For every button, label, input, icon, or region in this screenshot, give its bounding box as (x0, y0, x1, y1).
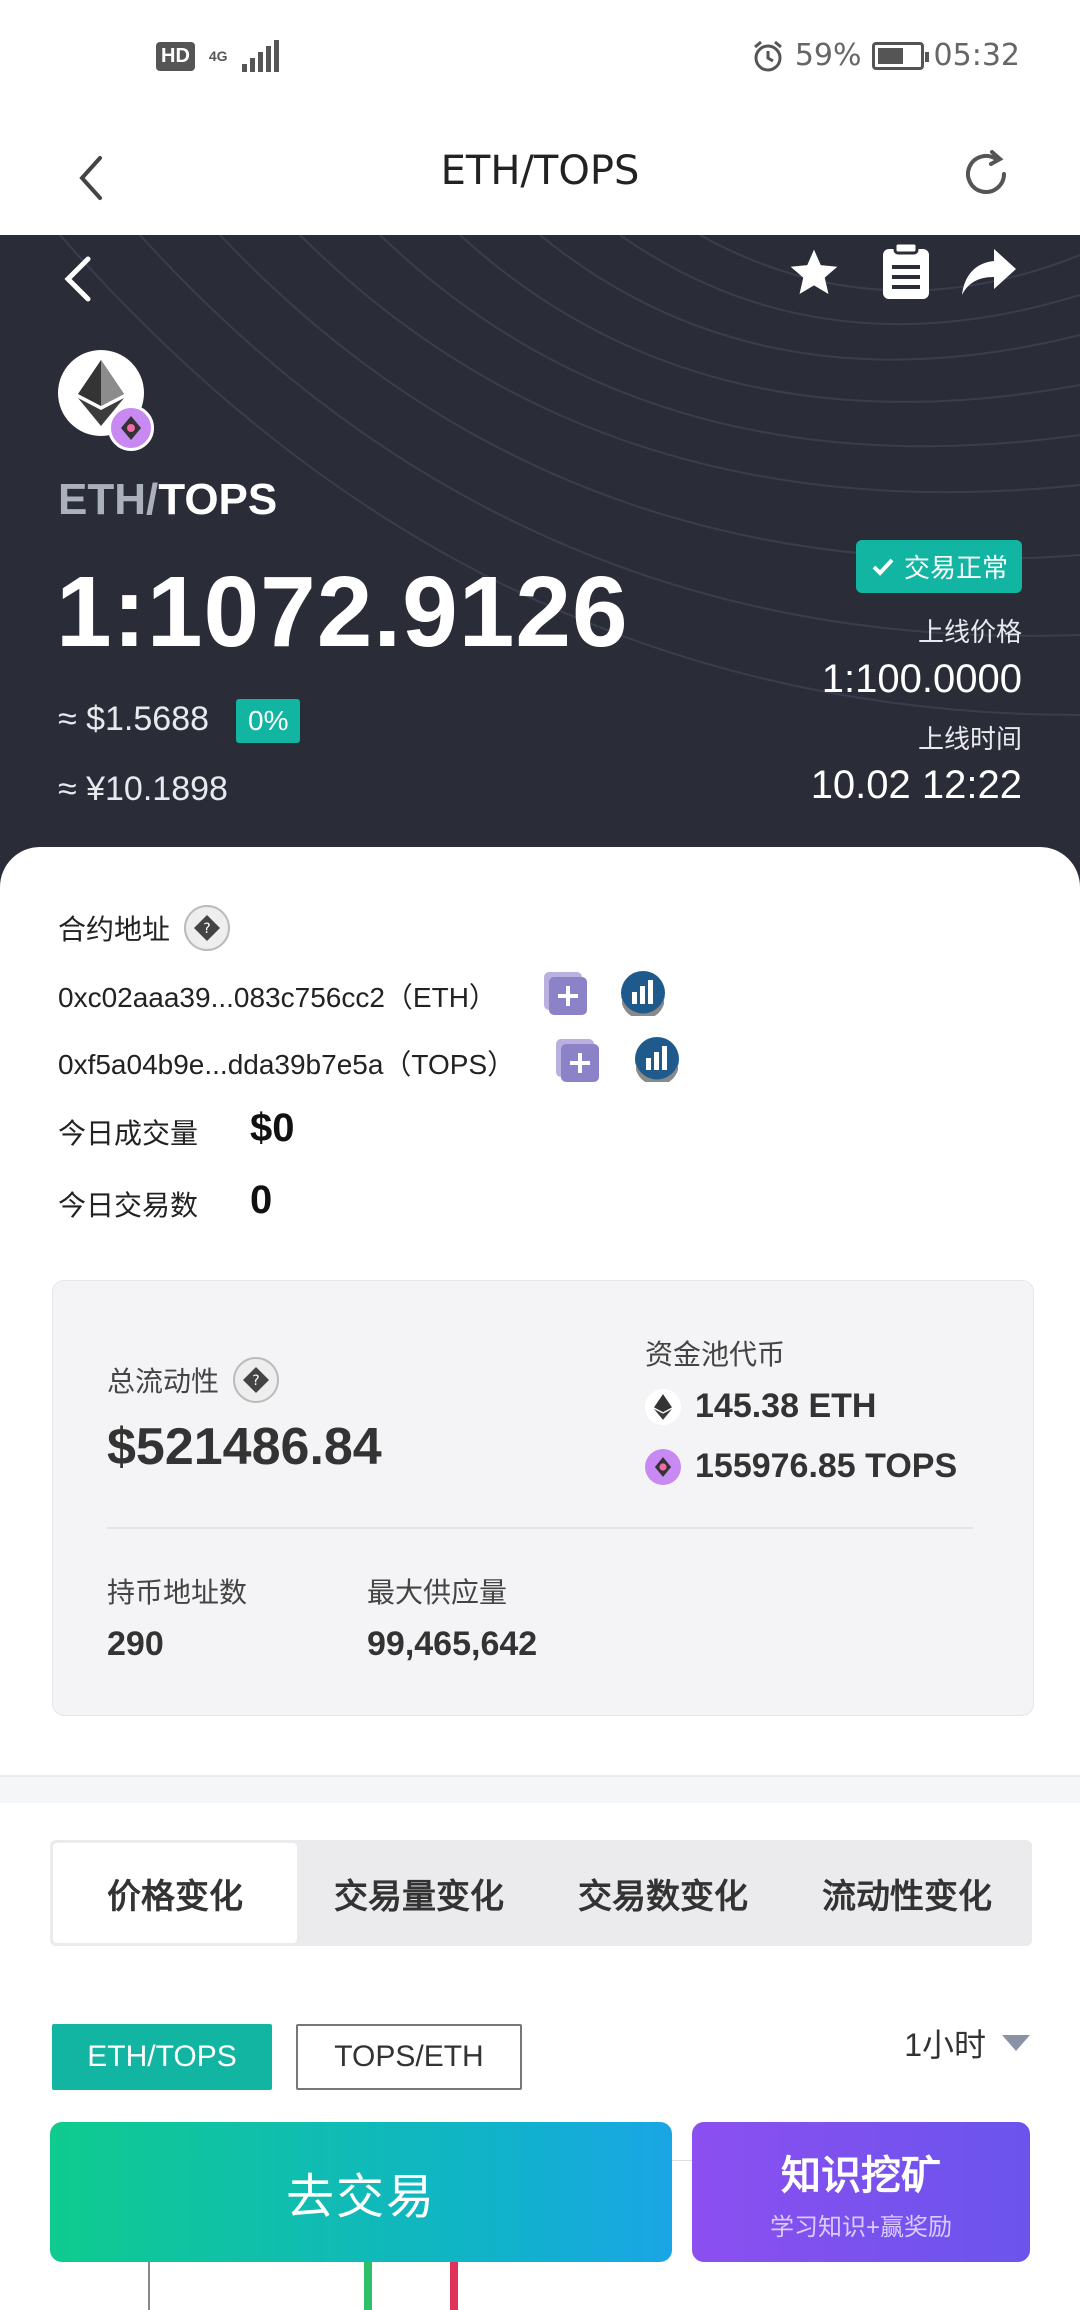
exchange-rate: 1:1072.9126 (56, 556, 629, 668)
add-token-icon[interactable] (544, 972, 588, 1016)
tops-logo-icon (108, 405, 154, 451)
today-volume-label: 今日成交量 (58, 1118, 199, 1149)
contract-label: 合约地址 (58, 914, 171, 945)
network-type: 4G (208, 48, 228, 64)
pair-toggle-eth-tops[interactable]: ETH/TOPS (52, 2024, 272, 2090)
dropdown-arrow-icon (1002, 2035, 1030, 2051)
hero-panel: ETH/TOPS 1:1072.9126 ≈ $1.5688 0% ≈ ¥10.… (0, 235, 1080, 895)
chart-tabs: 价格变化 交易量变化 交易数变化 流动性变化 (50, 1840, 1032, 1946)
liquidity-panel: 总流动性 ? $521486.84 资金池代币 145.38 ETH 15597… (52, 1280, 1034, 1716)
pair-title: ETH/TOPS (58, 475, 277, 525)
pool-tokens-label: 资金池代币 (645, 1339, 786, 1370)
clock: 05:32 (933, 38, 1020, 73)
holders-label: 持币地址数 (107, 1577, 248, 1608)
chart-candle (364, 2259, 372, 2310)
tab-liquidity-change[interactable]: 流动性变化 (785, 1843, 1029, 1943)
mining-title: 知识挖矿 (781, 2153, 941, 2198)
tab-volume-change[interactable]: 交易量变化 (297, 1843, 541, 1943)
launch-time-label: 上线时间 (917, 724, 1022, 754)
max-supply: 99,465,642 (367, 1625, 538, 1663)
mining-subtitle: 学习知识+赢奖励 (769, 2213, 952, 2241)
trade-status-text: 交易正常 (903, 553, 1008, 583)
svg-text:?: ? (252, 1373, 259, 1389)
launch-price-label: 上线价格 (917, 617, 1022, 647)
today-trades-label: 今日交易数 (58, 1190, 199, 1221)
add-token-icon[interactable] (556, 1039, 600, 1083)
total-liquidity-label: 总流动性 (107, 1366, 220, 1397)
today-volume: $0 (250, 1106, 295, 1150)
page-title: ETH/TOPS (440, 148, 640, 194)
pool-eth-row: 145.38 ETH (645, 1387, 876, 1426)
clipboard-icon[interactable] (880, 241, 932, 301)
hd-badge: HD (156, 41, 195, 71)
max-supply-label: 最大供应量 (367, 1577, 508, 1608)
contract-label-row: 合约地址 ? (58, 905, 231, 951)
ethereum-icon (645, 1388, 681, 1425)
change-badge: 0% (236, 699, 301, 743)
star-icon[interactable] (786, 245, 842, 301)
pair-toggle-tops-eth[interactable]: TOPS/ETH (296, 2024, 522, 2090)
trade-status-badge: 交易正常 (855, 540, 1022, 593)
hero-back-icon[interactable] (58, 249, 98, 309)
launch-time: 10.02 12:22 (810, 763, 1022, 807)
signal-icon (241, 40, 279, 72)
interval-select[interactable]: 1小时 (904, 2020, 1030, 2066)
battery-icon (871, 41, 929, 70)
knowledge-mining-button[interactable]: 知识挖矿 学习知识+赢奖励 (692, 2122, 1030, 2262)
share-icon[interactable] (960, 247, 1018, 297)
cny-price: ≈ ¥10.1898 (58, 770, 228, 808)
chart-icon[interactable] (634, 1036, 680, 1082)
divider (107, 1527, 973, 1529)
pool-tops-amount: 155976.85 TOPS (695, 1447, 958, 1485)
total-liquidity-label-row: 总流动性 ? (107, 1357, 280, 1403)
interval-value: 1小时 (904, 2027, 986, 2063)
pool-tops-row: 155976.85 TOPS (645, 1447, 957, 1486)
help-icon[interactable]: ? (184, 905, 231, 951)
holders-count: 290 (107, 1625, 164, 1663)
section-separator (0, 1775, 1080, 1803)
tops-contract-address[interactable]: 0xf5a04b9e...dda39b7e5a（TOPS） (58, 1043, 515, 1083)
battery-percent: 59% (794, 38, 862, 73)
refresh-icon[interactable] (956, 144, 1016, 204)
total-liquidity: $521486.84 (107, 1418, 382, 1476)
usd-price: ≈ $1.5688 (58, 700, 210, 738)
launch-price: 1:100.0000 (821, 657, 1022, 701)
web-header: ETH/TOPS (0, 120, 1080, 235)
alarm-icon (753, 40, 782, 71)
help-icon[interactable]: ? (233, 1357, 280, 1403)
check-icon (872, 558, 894, 576)
today-trades: 0 (250, 1178, 273, 1222)
status-bar: HD 4G 59% 05:32 (0, 0, 1080, 120)
pair-quote: TOPS (158, 475, 278, 524)
tab-trades-change[interactable]: 交易数变化 (541, 1843, 785, 1943)
pool-eth-amount: 145.38 ETH (695, 1387, 877, 1425)
eth-contract-address[interactable]: 0xc02aaa39...083c756cc2（ETH） (58, 976, 497, 1016)
tab-price-change[interactable]: 价格变化 (53, 1843, 297, 1943)
svg-text:?: ? (203, 921, 210, 937)
chart-icon[interactable] (620, 970, 666, 1016)
pair-base: ETH/ (58, 475, 159, 524)
trade-button[interactable]: 去交易 (50, 2122, 672, 2262)
tops-token-icon (645, 1448, 681, 1485)
